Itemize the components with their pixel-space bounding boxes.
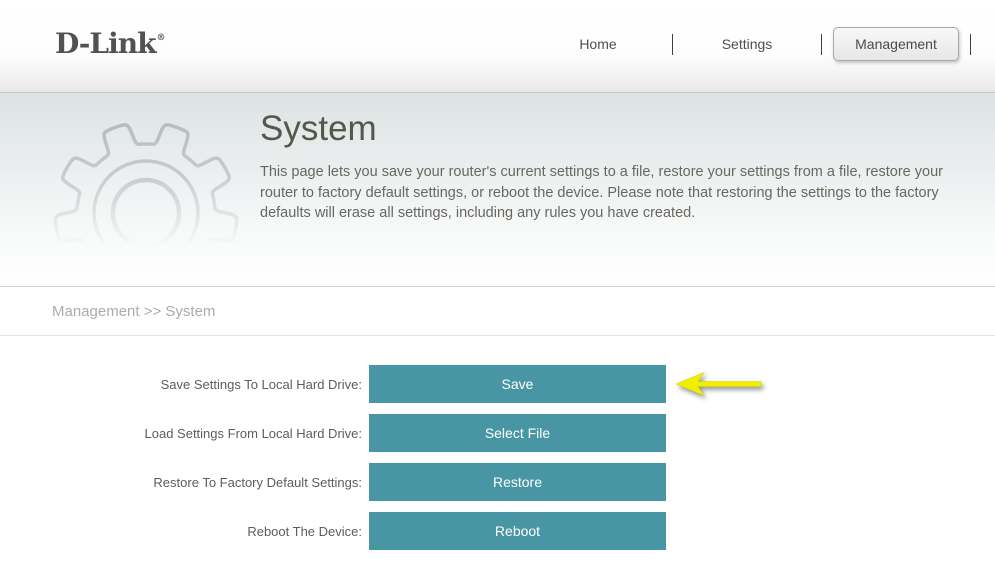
page-header-banner: System This page lets you save your rout… — [0, 93, 995, 287]
yellow-left-arrow-icon — [675, 371, 763, 397]
reboot-button[interactable]: Reboot — [369, 512, 666, 550]
registered-trademark-symbol: ® — [157, 33, 166, 43]
restore-defaults-label: Restore To Factory Default Settings: — [0, 475, 362, 490]
nav-item-management-wrap: Management — [822, 27, 970, 61]
load-settings-label: Load Settings From Local Hard Drive: — [0, 426, 362, 441]
main-nav: Home Settings Management — [524, 27, 971, 61]
nav-divider — [970, 34, 971, 55]
row-reboot-device: Reboot The Device: Reboot — [0, 512, 995, 550]
select-file-button[interactable]: Select File — [369, 414, 666, 452]
page-header-text: System This page lets you save your rout… — [260, 109, 960, 224]
nav-item-management[interactable]: Management — [833, 27, 959, 61]
save-button[interactable]: Save — [369, 365, 666, 403]
restore-button[interactable]: Restore — [369, 463, 666, 501]
top-navigation-bar: D-Link® Home Settings Management — [0, 0, 995, 93]
dlink-logo: D-Link® — [55, 27, 165, 60]
row-restore-defaults: Restore To Factory Default Settings: Res… — [0, 463, 995, 501]
save-settings-label: Save Settings To Local Hard Drive: — [0, 377, 362, 392]
page-title: System — [260, 109, 960, 149]
system-actions-form: Save Settings To Local Hard Drive: Save … — [0, 336, 995, 550]
nav-item-home[interactable]: Home — [524, 36, 672, 52]
breadcrumb: Management >> System — [0, 287, 995, 336]
reboot-device-label: Reboot The Device: — [0, 524, 362, 539]
dlink-logo-text: D-Link — [55, 27, 156, 60]
row-save-settings: Save Settings To Local Hard Drive: Save — [0, 365, 995, 403]
row-load-settings: Load Settings From Local Hard Drive: Sel… — [0, 414, 995, 452]
nav-item-settings[interactable]: Settings — [673, 36, 821, 52]
page-description: This page lets you save your router's cu… — [260, 162, 952, 224]
gear-icon — [36, 95, 266, 270]
